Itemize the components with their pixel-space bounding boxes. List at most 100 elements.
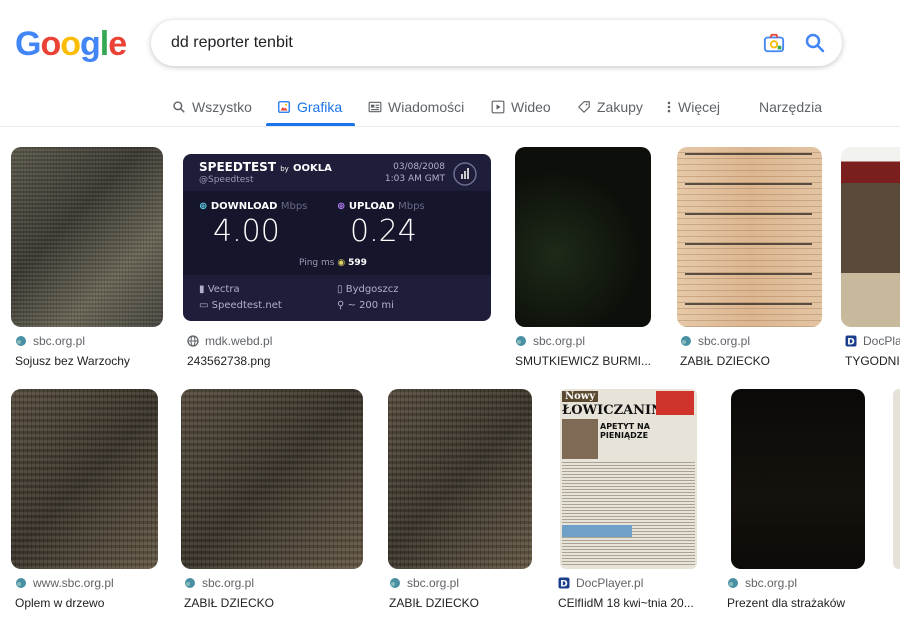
logo-letter: g: [80, 25, 101, 63]
results-icon: [453, 162, 477, 186]
speedtest-handle: @Speedtest: [199, 175, 254, 185]
image-icon: [278, 101, 290, 113]
search-box[interactable]: dd reporter tenbit: [151, 20, 842, 66]
result-source[interactable]: sbc.org.pl: [680, 334, 750, 348]
site-favicon-icon: [390, 578, 400, 588]
result-image[interactable]: [515, 147, 651, 327]
tab-label: Zakupy: [597, 99, 643, 115]
result-title[interactable]: Sojusz bez Warzochy: [15, 354, 165, 368]
server-row: ▯ Bydgoszcz: [337, 284, 399, 295]
logo-letter: G: [15, 25, 41, 63]
server-icon: ▯: [337, 284, 343, 295]
distance-row: ⚲ ~ 200 mi: [337, 300, 394, 311]
speedtest-brand: SPEEDTEST by OOKLA: [199, 160, 332, 174]
upload-unit: Mbps: [398, 201, 425, 212]
globe-icon: [187, 335, 199, 347]
result-image[interactable]: [841, 147, 900, 327]
tab-shopping[interactable]: Zakupy: [577, 96, 643, 118]
result-source[interactable]: sbc.org.pl: [727, 576, 797, 590]
speedtest-time: 1:03 AM GMT: [384, 174, 445, 184]
result-source-label: sbc.org.pl: [698, 334, 751, 348]
result-source[interactable]: D DocPla: [845, 334, 900, 348]
tab-all[interactable]: Wszystko: [172, 96, 252, 118]
result-image[interactable]: [388, 389, 532, 569]
active-tab-indicator: [266, 123, 355, 126]
upload-arrow-icon: ⊕: [337, 201, 346, 212]
more-vert-icon: [667, 101, 671, 113]
result-title[interactable]: ZABIŁ DZIECKO: [184, 596, 359, 610]
result-source[interactable]: mdk.webd.pl: [187, 334, 272, 348]
isp-name: Vectra: [207, 284, 240, 295]
result-source[interactable]: www.sbc.org.pl: [15, 576, 114, 590]
speedtest-brand-text: SPEEDTEST: [199, 160, 277, 174]
result-source[interactable]: sbc.org.pl: [184, 576, 254, 590]
search-tabs: Wszystko Grafika Wiadomości Wideo Zakupy…: [0, 88, 900, 127]
upload-label-text: UPLOAD: [348, 201, 395, 212]
tab-video[interactable]: Wideo: [491, 96, 551, 118]
site-favicon-icon: [516, 336, 526, 346]
upload-label: ⊕ UPLOAD Mbps: [337, 201, 425, 212]
newspaper-masthead-small: Nowy: [562, 391, 599, 402]
result-source-label: sbc.org.pl: [202, 576, 255, 590]
result-source-label: www.sbc.org.pl: [33, 576, 114, 590]
docplayer-favicon-icon: D: [558, 577, 570, 589]
tab-tools[interactable]: Narzędzia: [759, 96, 822, 118]
download-label-text: DOWNLOAD: [210, 201, 278, 212]
signal-icon: ▮: [199, 284, 205, 295]
logo-letter: e: [108, 25, 127, 63]
google-logo[interactable]: Google: [15, 25, 127, 63]
result-source[interactable]: sbc.org.pl: [515, 334, 585, 348]
play-icon: [491, 100, 505, 114]
camera-icon[interactable]: [763, 32, 785, 54]
newspaper-masthead: ŁOWICZANIN: [562, 403, 664, 418]
result-source-label: sbc.org.pl: [33, 334, 86, 348]
result-title[interactable]: Oplem w drzewo: [15, 596, 165, 610]
result-image[interactable]: [11, 147, 163, 327]
result-title[interactable]: TYGODNIK: [845, 354, 900, 368]
result-source[interactable]: sbc.org.pl: [15, 334, 85, 348]
tab-more[interactable]: Więcej: [666, 96, 720, 118]
speedtest-result-image[interactable]: SPEEDTEST by OOKLA @Speedtest 03/08/2008…: [183, 154, 491, 321]
result-image[interactable]: [677, 147, 822, 327]
result-image[interactable]: [181, 389, 363, 569]
result-title[interactable]: 243562738.png: [187, 354, 487, 368]
result-title[interactable]: ZABIŁ DZIECKO: [389, 596, 529, 610]
isp-row: ▮ Vectra: [199, 284, 240, 295]
search-input[interactable]: dd reporter tenbit: [171, 34, 293, 52]
tab-images[interactable]: Grafika: [277, 96, 342, 118]
result-source[interactable]: sbc.org.pl: [389, 576, 459, 590]
speedtest-date: 03/08/2008: [393, 162, 445, 172]
result-title[interactable]: CElfIidM 18 kwi~tnia 20...: [558, 596, 703, 610]
search-icon: [173, 101, 185, 113]
logo-letter: l: [99, 25, 110, 63]
svg-text:D: D: [560, 580, 567, 590]
speedtest-by-text: by: [280, 165, 289, 173]
result-image[interactable]: [11, 389, 158, 569]
result-title[interactable]: SMUTKIEWICZ BURMI...: [515, 354, 655, 368]
tab-label: Wiadomości: [388, 99, 465, 115]
result-source-label: sbc.org.pl: [533, 334, 586, 348]
tab-label: Wszystko: [192, 99, 252, 115]
result-source-label: sbc.org.pl: [745, 576, 798, 590]
result-source-label: DocPla: [863, 334, 900, 348]
result-image[interactable]: [893, 389, 900, 569]
tab-news[interactable]: Wiadomości: [368, 96, 464, 118]
host-row: ▭ Speedtest.net: [199, 300, 282, 311]
search-icon[interactable]: [803, 31, 827, 55]
result-source[interactable]: D DocPlayer.pl: [558, 576, 643, 590]
ping-unit: ms: [321, 258, 335, 268]
ping-value: 599: [348, 258, 367, 268]
result-source-label: mdk.webd.pl: [205, 334, 273, 348]
result-image[interactable]: [731, 389, 865, 569]
site-favicon-icon: [16, 578, 26, 588]
tab-label: Więcej: [678, 99, 721, 115]
location-pin-icon: ⚲: [337, 300, 345, 311]
newspaper-result-image[interactable]: Nowy ŁOWICZANIN APETYT NA PIENIĄDZE: [560, 389, 697, 569]
ping-icon: ◉: [337, 258, 346, 268]
tag-icon: [578, 101, 590, 113]
result-source-label: DocPlayer.pl: [576, 576, 644, 590]
result-title[interactable]: ZABIŁ DZIECKO: [680, 354, 820, 368]
server-city: Bydgoszcz: [345, 284, 399, 295]
download-value: 4.00: [213, 214, 280, 249]
result-title[interactable]: Prezent dla strażaków: [727, 596, 877, 610]
